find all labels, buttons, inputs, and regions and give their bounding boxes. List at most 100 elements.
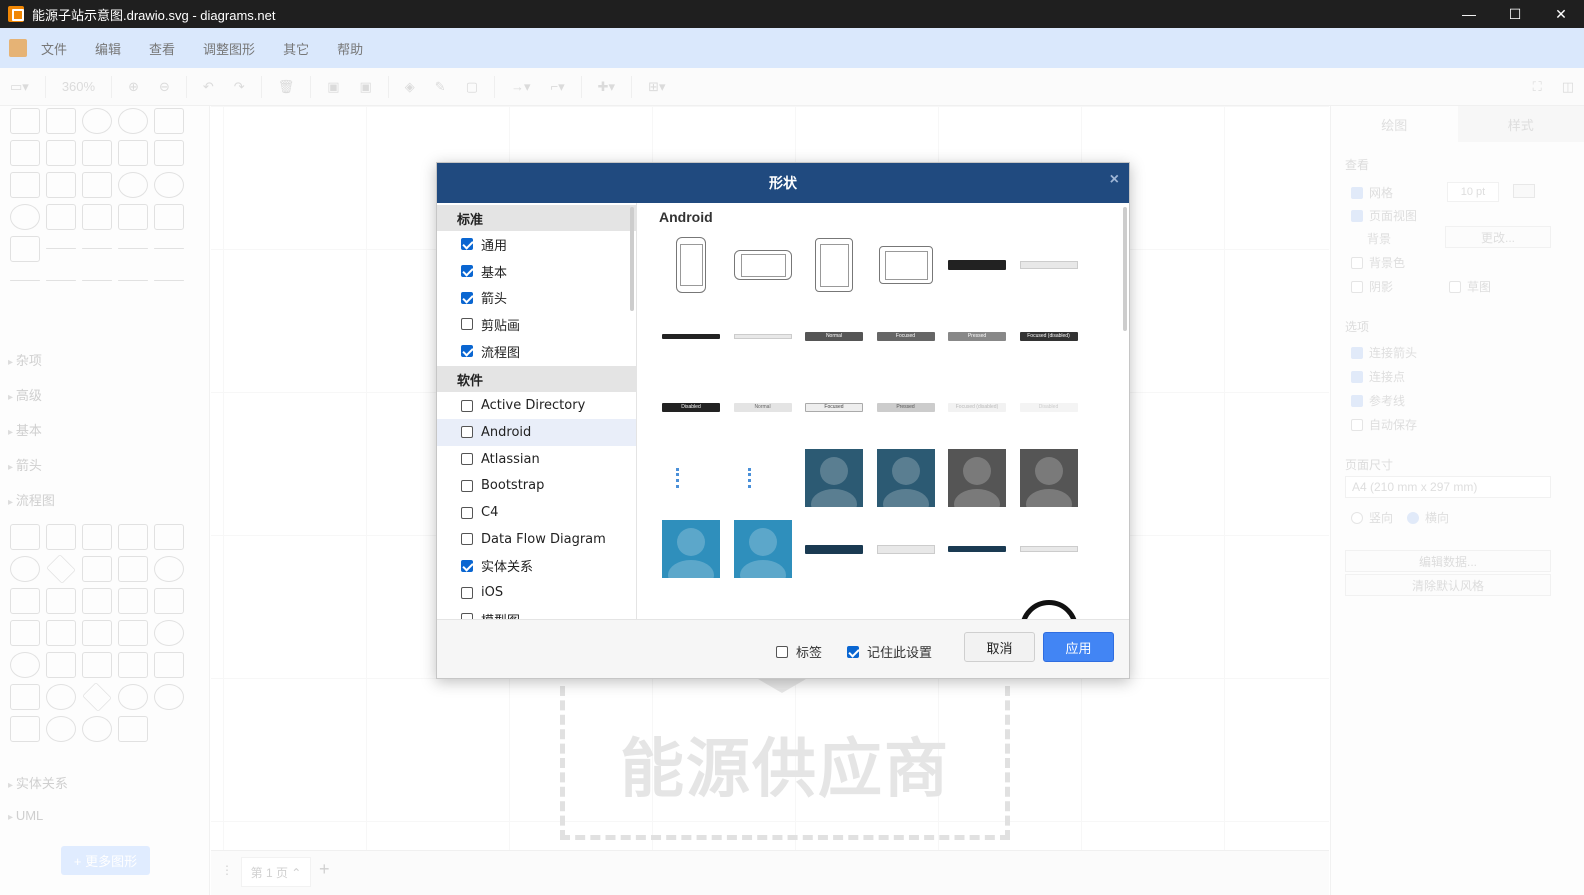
library-checkbox[interactable] [461, 318, 473, 331]
menu-extras[interactable]: 其它 [283, 39, 309, 58]
library-label: Data Flow Diagram [481, 531, 606, 547]
close-dialog-icon[interactable]: × [1110, 171, 1119, 189]
preview-shape [733, 590, 793, 619]
library-item-arrows[interactable]: 箭头 [437, 284, 636, 311]
library-checkbox[interactable] [461, 426, 473, 439]
preview-shape [661, 519, 721, 579]
preview-shape: Disabled [661, 377, 721, 437]
library-checkbox[interactable] [461, 559, 473, 572]
preview-shape [804, 448, 864, 508]
preview-scrollbar[interactable] [1123, 207, 1127, 331]
library-checkbox[interactable] [461, 506, 473, 519]
library-item-general[interactable]: 通用 [437, 231, 636, 258]
drawio-app-icon [8, 6, 24, 22]
phone-landscape-shape [733, 250, 792, 280]
library-label: Atlassian [481, 451, 540, 467]
library-item-ios[interactable]: iOS [437, 579, 636, 606]
library-group-software: 软件 [437, 366, 636, 393]
library-item-basic[interactable]: 基本 [437, 258, 636, 285]
preview-shape [733, 448, 793, 508]
window-titlebar: 能源子站示意图.drawio.svg - diagrams.net — ☐ ✕ [0, 0, 1584, 28]
preview-shape [733, 519, 793, 579]
library-item-clipart[interactable]: 剪贴画 [437, 311, 636, 338]
contact-avatar-shape [1019, 449, 1078, 507]
library-checkbox[interactable] [461, 399, 473, 412]
library-label: Active Directory [481, 398, 586, 414]
remember-setting-checkbox[interactable] [847, 645, 859, 658]
action-bar-light-shape [876, 544, 935, 554]
library-checkbox[interactable] [461, 238, 473, 251]
menu-help[interactable]: 帮助 [337, 39, 363, 58]
labels-option[interactable]: 标签 [776, 642, 822, 661]
drawio-logo-icon [9, 39, 27, 57]
preview-shape [733, 306, 793, 366]
contact-avatar-shape [662, 520, 720, 578]
library-item-active-directory[interactable]: Active Directory [437, 392, 636, 419]
preview-shape [1019, 448, 1079, 508]
library-checkbox[interactable] [461, 291, 473, 304]
shapes-dialog: 形状 × 标准 通用 基本 箭头 剪贴画 流程图 软件 Active Direc… [436, 162, 1130, 679]
library-list: 标准 通用 基本 箭头 剪贴画 流程图 软件 Active Directory … [437, 203, 637, 619]
library-label: 箭头 [481, 292, 508, 308]
action-bar-light-shape [1019, 546, 1078, 552]
library-item-c4[interactable]: C4 [437, 499, 636, 526]
action-bar-shape [805, 544, 863, 554]
menubar: 文件 编辑 查看 调整图形 其它 帮助 [0, 28, 1584, 68]
button-pressed-shape: Pressed [948, 331, 1006, 341]
library-checkbox[interactable] [461, 265, 473, 278]
library-item-data-flow-diagram[interactable]: Data Flow Diagram [437, 526, 636, 553]
library-item-entity-relation[interactable]: 实体关系 [437, 553, 636, 580]
remember-setting-option[interactable]: 记住此设置 [847, 642, 932, 661]
preview-shape [947, 235, 1007, 295]
preview-shape [661, 306, 721, 366]
maximize-button[interactable]: ☐ [1492, 0, 1538, 28]
library-checkbox[interactable] [461, 453, 473, 466]
progress-ring-shape [1019, 600, 1078, 619]
dialog-title: 形状 [769, 175, 797, 191]
preview-shapes-grid: Normal Focused Pressed Focused (disabled… [661, 235, 1090, 619]
library-item-flowchart[interactable]: 流程图 [437, 338, 636, 365]
library-preview: Android Normal Focused Pressed Focused (… [639, 203, 1129, 619]
library-item-mockups[interactable]: 模型图 [437, 606, 636, 619]
library-checkbox[interactable] [461, 533, 473, 546]
apply-button[interactable]: 应用 [1043, 632, 1114, 662]
preview-shape [876, 519, 936, 579]
minimize-button[interactable]: — [1446, 0, 1492, 28]
library-checkbox[interactable] [461, 586, 473, 599]
library-checkbox[interactable] [461, 345, 473, 358]
labels-checkbox[interactable] [776, 645, 788, 658]
library-item-bootstrap[interactable]: Bootstrap [437, 473, 636, 500]
dark-bar-shape [662, 333, 720, 339]
preview-shape [1019, 235, 1079, 295]
library-label: 剪贴画 [481, 318, 521, 334]
action-bar-shape [948, 546, 1006, 552]
preview-shape [804, 235, 864, 295]
preview-shape [661, 448, 721, 508]
menu-edit[interactable]: 编辑 [95, 39, 121, 58]
library-label: 模型图 [481, 610, 520, 619]
contact-avatar-shape [876, 449, 935, 507]
window-title: 能源子站示意图.drawio.svg - diagrams.net [32, 7, 276, 23]
library-list-scrollbar[interactable] [630, 207, 634, 311]
library-item-android[interactable]: Android [437, 419, 636, 446]
tablet-landscape-shape [878, 246, 933, 284]
menu-arrange[interactable]: 调整图形 [203, 39, 255, 58]
preview-shape [1019, 519, 1079, 579]
light-bar-shape [733, 333, 792, 339]
close-window-button[interactable]: ✕ [1538, 0, 1584, 28]
menu-view[interactable]: 查看 [149, 39, 175, 58]
preview-shape [661, 590, 721, 619]
light-progress-shape [1019, 261, 1078, 269]
preview-shape [947, 590, 1007, 619]
library-item-atlassian[interactable]: Atlassian [437, 446, 636, 473]
contact-avatar-shape [948, 449, 1006, 507]
dialog-pointer [758, 679, 806, 693]
dialog-header: 形状 × [437, 163, 1129, 203]
preview-shape [876, 235, 936, 295]
library-group-standard: 标准 [437, 205, 636, 231]
preview-shape [733, 235, 793, 295]
cancel-button[interactable]: 取消 [964, 632, 1035, 662]
preview-shape: Focused [876, 306, 936, 366]
library-checkbox[interactable] [461, 479, 473, 492]
menu-file[interactable]: 文件 [41, 39, 67, 58]
